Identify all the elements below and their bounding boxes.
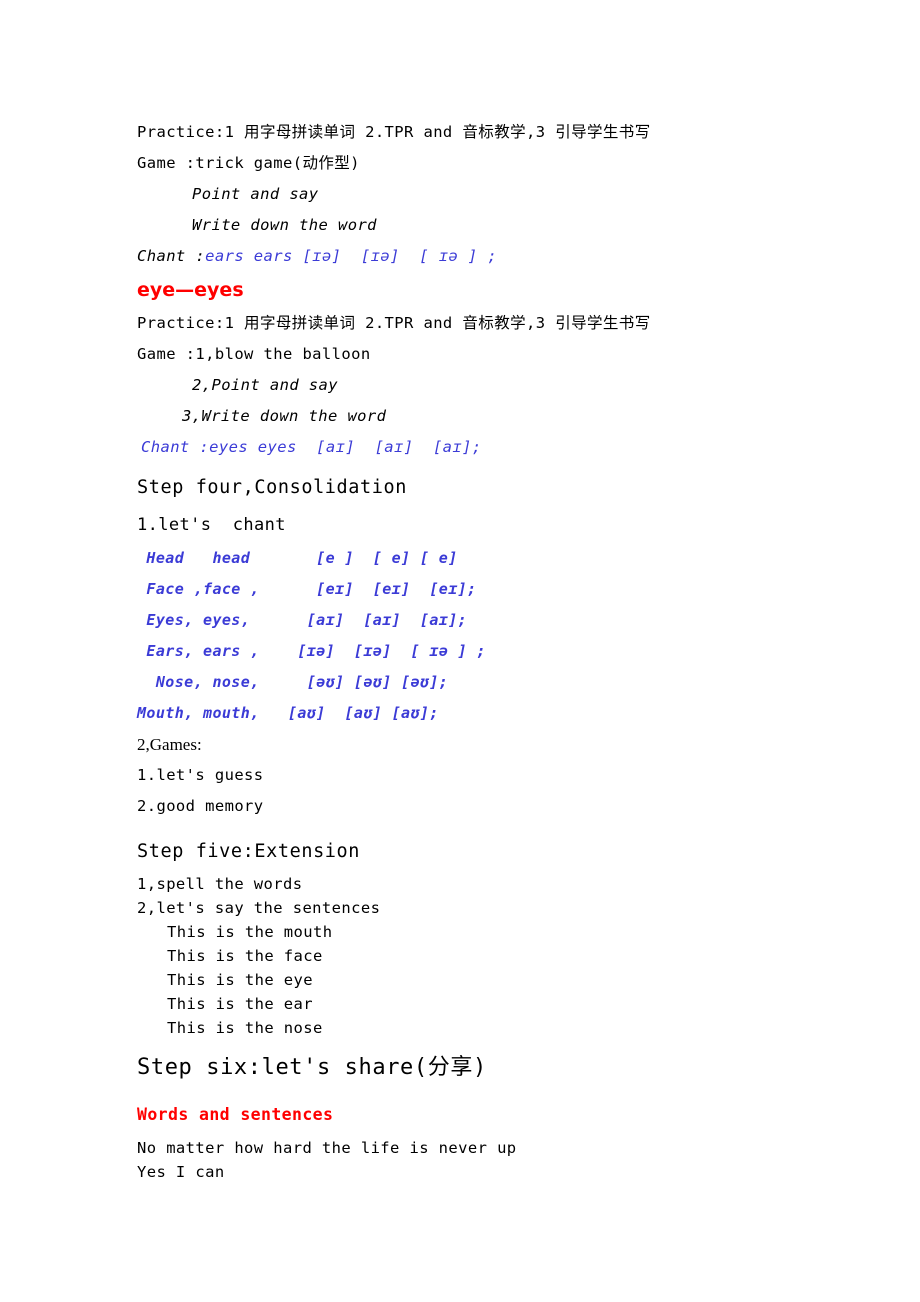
ears-chant-label: Chant : (137, 247, 206, 265)
step-five-item-2: 2,let's say the sentences (137, 899, 381, 917)
game-item-lets-guess: 1.let's guess (137, 766, 264, 784)
sentence-face: This is the face (167, 947, 323, 965)
eye-eyes-heading: eye—eyes (137, 279, 244, 301)
eyes-chant-line: Chant :eyes eyes [aɪ] [aɪ] [aɪ]; (141, 438, 482, 456)
share-line-2: Yes I can (137, 1163, 225, 1181)
ears-game-line: Game :trick game(动作型) (137, 154, 360, 172)
step-five-item-1: 1,spell the words (137, 875, 303, 893)
chant-row-mouth: Mouth, mouth, [aʊ] [aʊ] [aʊ]; (137, 704, 439, 722)
eyes-write-down-line: 3,Write down the word (182, 407, 387, 425)
chant-row-face: Face ,face , [eɪ] [eɪ] [eɪ]; (137, 580, 477, 598)
document-body: Practice:1 用字母拼读单词 2.TPR and 音标教学,3 引导学生… (137, 117, 777, 1184)
ears-practice-line: Practice:1 用字母拼读单词 2.TPR and 音标教学,3 引导学生… (137, 123, 651, 141)
step-four-heading: Step four,Consolidation (137, 477, 407, 498)
sentence-nose: This is the nose (167, 1019, 323, 1037)
words-and-sentences-subheading: Words and sentences (137, 1105, 334, 1124)
chant-row-ears: Ears, ears , [ɪə] [ɪə] [ ɪə ] ; (137, 642, 486, 660)
ears-point-and-say-line: Point and say (192, 185, 319, 203)
step-six-heading: Step six:let's share(分享) (137, 1055, 487, 1080)
sentence-eye: This is the eye (167, 971, 313, 989)
document-page: Practice:1 用字母拼读单词 2.TPR and 音标教学,3 引导学生… (0, 0, 920, 1302)
step-four-item-2: 2,Games: (137, 735, 202, 754)
chant-row-head: Head head [e ] [ e] [ e] (137, 549, 458, 567)
ears-chant-body: ears ears [ɪə] [ɪə] [ ɪə ] ; (205, 247, 498, 265)
share-line-1: No matter how hard the life is never up (137, 1139, 517, 1157)
sentence-ear: This is the ear (167, 995, 313, 1013)
eyes-practice-line: Practice:1 用字母拼读单词 2.TPR and 音标教学,3 引导学生… (137, 314, 651, 332)
chant-row-nose: Nose, nose, [əʊ] [əʊ] [əʊ]; (137, 673, 449, 691)
eyes-game-line: Game :1,blow the balloon (137, 345, 371, 363)
ears-chant-line: Chant :ears ears [ɪə] [ɪə] [ ɪə ] ; (137, 241, 777, 272)
ears-write-down-line: Write down the word (192, 216, 377, 234)
step-four-item-1: 1.let's chant (137, 515, 286, 535)
eyes-point-and-say-line: 2,Point and say (192, 376, 338, 394)
game-item-good-memory: 2.good memory (137, 797, 264, 815)
sentence-mouth: This is the mouth (167, 923, 333, 941)
chant-row-eyes: Eyes, eyes, [aɪ] [aɪ] [aɪ]; (137, 611, 468, 629)
step-five-heading: Step five:Extension (137, 841, 361, 862)
